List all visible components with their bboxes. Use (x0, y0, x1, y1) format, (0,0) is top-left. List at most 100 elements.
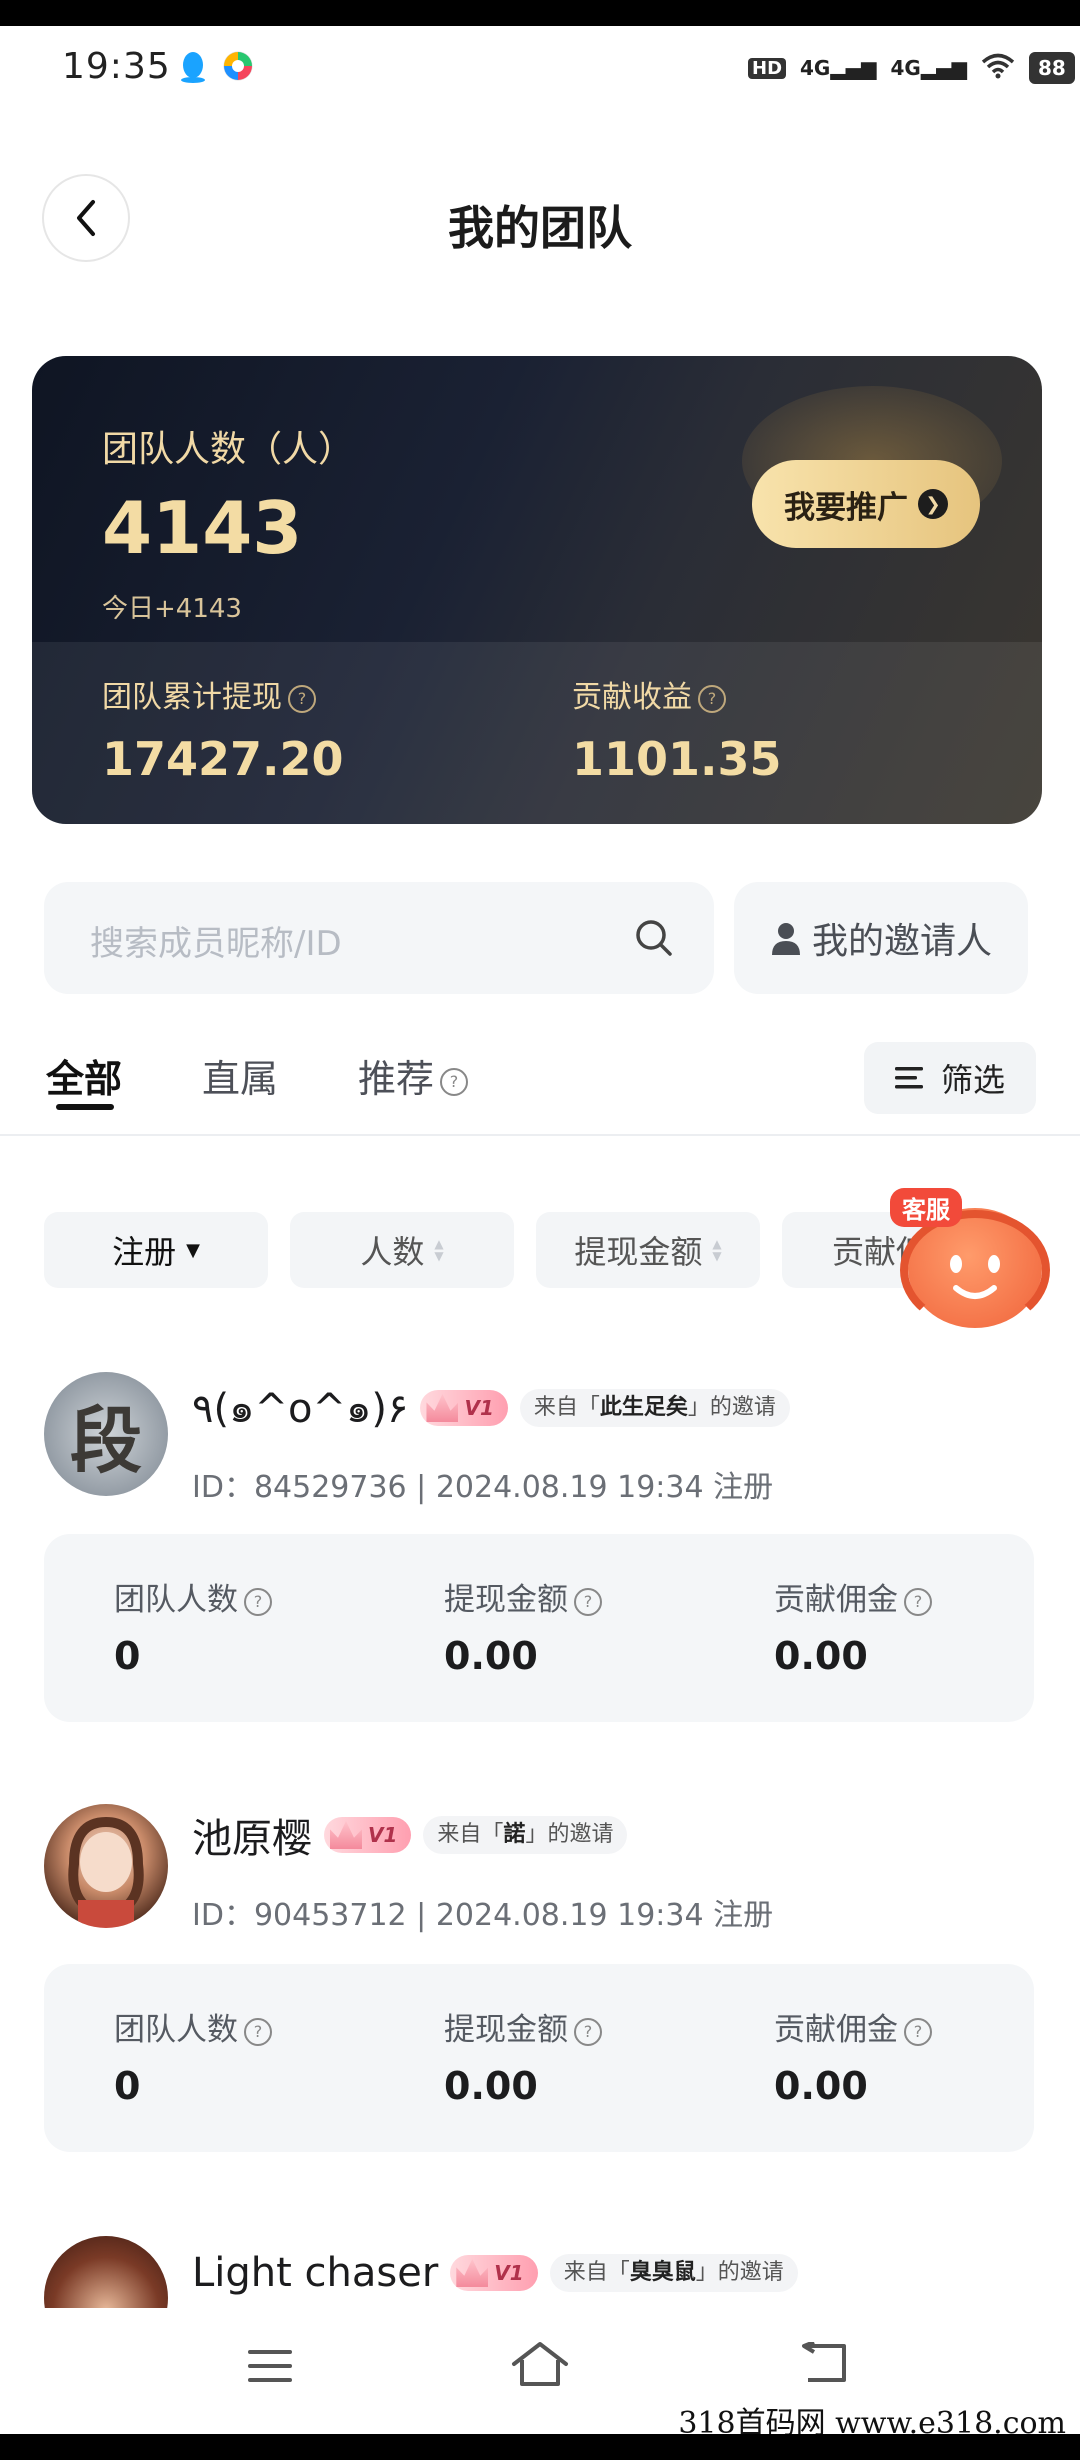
level-badge: V1 (450, 2255, 538, 2291)
help-icon[interactable]: ? (904, 2017, 932, 2046)
page-title: 我的团队 (448, 201, 632, 255)
stat-team-count-value: 0 (114, 2064, 141, 2108)
stat-withdraw: 提现金额? (444, 1574, 602, 1619)
member-avatar[interactable]: 段 (44, 1372, 168, 1496)
inviter-tag: 来自「臭臭鼠」的邀请 (549, 2254, 798, 2292)
home-icon[interactable] (510, 2340, 570, 2392)
stat-commission: 贡献佣金? (774, 2004, 932, 2049)
stat-withdraw-value: 0.00 (444, 1634, 538, 1678)
bottom-frame (0, 2434, 1080, 2460)
stat-team-count-label: 团队人数 (114, 2012, 238, 2048)
sort-register[interactable]: 注册 ▼ (44, 1212, 268, 1288)
inviter-name: 諾 (503, 1822, 526, 1847)
stat-commission-label: 贡献佣金 (774, 1582, 898, 1618)
status-time: 19:35 (62, 46, 171, 87)
member-name[interactable]: ٩(๑^o^๑)۶ (192, 1376, 408, 1440)
help-icon[interactable]: ? (440, 1067, 469, 1096)
tab-recommend-label: 推荐 (358, 1057, 435, 1101)
avatar-photo (68, 1816, 144, 1928)
contribution-value: 1101.35 (572, 732, 782, 786)
avatar-photo (44, 2236, 168, 2308)
stat-withdraw: 提现金额? (444, 2004, 602, 2049)
level-text: V1 (494, 2261, 524, 2285)
sort-register-label: 注册 (112, 1233, 177, 1271)
wifi-icon (981, 53, 1015, 84)
stat-withdraw-value: 0.00 (444, 2064, 538, 2108)
filter-button[interactable]: 筛选 (864, 1042, 1036, 1114)
tab-direct[interactable]: 直属 (202, 1048, 278, 1103)
stat-team-count: 团队人数? (114, 2004, 272, 2049)
sort-arrows-icon: ▲ ▼ (712, 1237, 722, 1263)
sort-withdraw[interactable]: 提现金额 ▲ ▼ (536, 1212, 760, 1288)
help-icon[interactable]: ? (574, 1587, 602, 1616)
help-icon[interactable]: ? (698, 684, 726, 713)
tabs-divider (0, 1134, 1080, 1136)
level-badge: V1 (420, 1390, 508, 1426)
qq-icon (178, 50, 208, 84)
stat-commission-value: 0.00 (774, 2064, 868, 2108)
stat-team-count-value: 0 (114, 1634, 141, 1678)
stat-withdraw-label: 提现金额 (444, 2012, 568, 2048)
search-placeholder: 搜索成员昵称/ID (90, 924, 342, 964)
withdraw-value: 17427.20 (102, 732, 344, 786)
tab-all[interactable]: 全部 (46, 1048, 122, 1103)
promote-button-label: 我要推广 (784, 489, 908, 526)
headphone-icon (900, 1210, 1050, 1330)
level-text: V1 (368, 1823, 398, 1847)
help-icon[interactable]: ? (904, 1587, 932, 1616)
withdraw-label-wrap: 团队累计提现? (102, 672, 316, 716)
my-inviter-button[interactable]: 我的邀请人 (734, 882, 1028, 994)
inviter-suffix: 」的邀请 (525, 1822, 614, 1847)
member-name[interactable]: Light chaser (192, 2250, 438, 2296)
team-count-label: 团队人数（人） (102, 429, 355, 470)
inviter-suffix: 」的邀请 (687, 1395, 776, 1420)
inviter-suffix: 」的邀请 (695, 2260, 784, 2285)
stat-team-count: 团队人数? (114, 1574, 272, 1619)
sort-count[interactable]: 人数 ▲ ▼ (290, 1212, 514, 1288)
card-upper: 团队人数（人） 4143 今日+4143 我要推广 ❯ (32, 356, 1042, 642)
member-header: Light chaser V1 来自「臭臭鼠」的邀请 (192, 2250, 798, 2296)
team-summary-card: 团队人数（人） 4143 今日+4143 我要推广 ❯ 团队累计提现? 1742… (32, 356, 1042, 824)
inviter-prefix: 来自「 (437, 1822, 504, 1847)
crown-icon (426, 1394, 459, 1422)
help-icon[interactable]: ? (288, 684, 316, 713)
customer-service-button[interactable]: 客服 (890, 1180, 1060, 1330)
back-nav-icon[interactable] (800, 2340, 852, 2388)
member-stats: 团队人数? 提现金额? 贡献佣金? 0 0.00 0.00 (44, 1534, 1034, 1722)
inviter-tag: 来自「諾」的邀请 (423, 1816, 628, 1854)
team-count-value: 4143 (102, 486, 303, 570)
level-badge: V1 (324, 1817, 412, 1853)
stat-team-count-label: 团队人数 (114, 1582, 238, 1618)
card-lower: 团队累计提现? 17427.20 贡献收益? 1101.35 (32, 642, 1042, 824)
inviter-prefix: 来自「 (533, 1395, 600, 1420)
help-icon[interactable]: ? (244, 1587, 272, 1616)
customer-service-label: 客服 (890, 1188, 962, 1227)
stat-commission-label: 贡献佣金 (774, 2012, 898, 2048)
filter-label: 筛选 (940, 1061, 1005, 1099)
sort-count-label: 人数 (360, 1233, 425, 1271)
help-icon[interactable]: ? (574, 2017, 602, 2046)
member-header: ٩(๑^o^๑)۶ V1 来自「此生足矣」的邀请 (192, 1376, 790, 1440)
promote-button[interactable]: 我要推广 ❯ (752, 460, 980, 548)
user-icon (771, 923, 800, 955)
member-stats: 团队人数? 提现金额? 贡献佣金? 0 0.00 0.00 (44, 1964, 1034, 2152)
member-avatar[interactable] (44, 1804, 168, 1928)
avatar-calligraphy: 段 (69, 1397, 142, 1483)
crown-icon (330, 1821, 362, 1849)
inviter-name: 此生足矣 (599, 1395, 688, 1420)
hd-icon: HD (748, 57, 787, 79)
help-icon[interactable]: ? (244, 2017, 272, 2046)
crown-icon (456, 2259, 489, 2287)
stat-commission-value: 0.00 (774, 1634, 868, 1678)
member-name[interactable]: 池原樱 (192, 1806, 312, 1864)
member-avatar[interactable] (44, 2236, 168, 2308)
caret-down-icon: ▼ (186, 1239, 200, 1261)
contribution-label: 贡献收益 (572, 680, 692, 715)
inviter-name: 臭臭鼠 (629, 2260, 696, 2285)
tab-recommend[interactable]: 推荐? (358, 1048, 469, 1103)
menu-icon[interactable] (246, 2346, 294, 2390)
search-icon[interactable] (634, 918, 674, 958)
sort-arrows-icon: ▲ ▼ (434, 1237, 444, 1263)
search-input[interactable]: 搜索成员昵称/ID (44, 882, 714, 994)
stat-commission: 贡献佣金? (774, 1574, 932, 1619)
